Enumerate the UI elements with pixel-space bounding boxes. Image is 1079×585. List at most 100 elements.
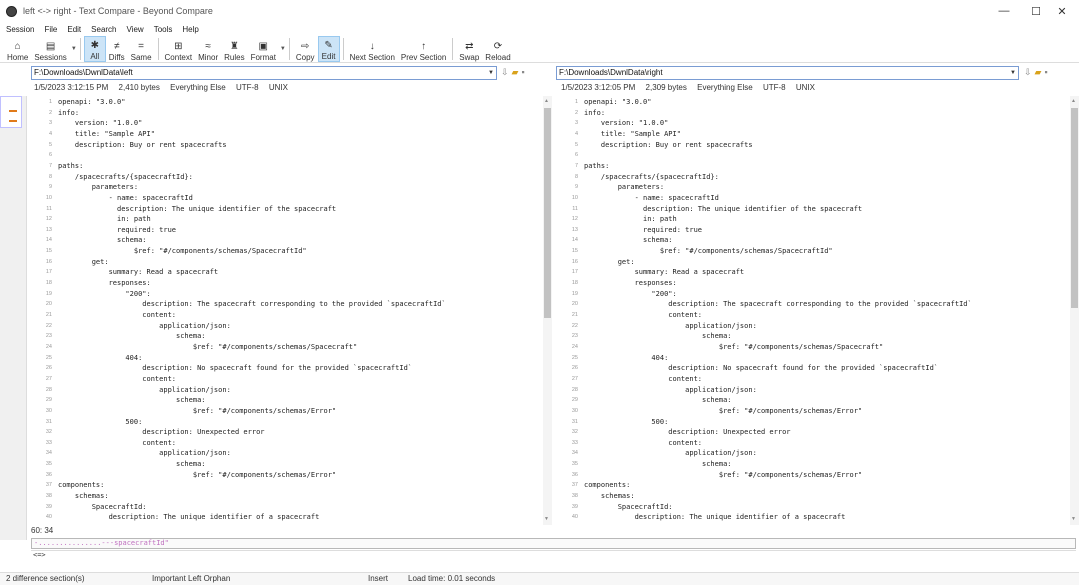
right-save-icon[interactable]: ▪ [1044, 67, 1047, 78]
text-line[interactable]: 14 schema: [554, 235, 1069, 246]
text-line[interactable]: 15 $ref: "#/components/schemas/Spacecraf… [554, 246, 1069, 257]
text-line[interactable]: 16 get: [554, 257, 1069, 268]
right-path-field[interactable]: F:\Downloads\DwnlData\right ▼ [556, 66, 1019, 80]
text-line[interactable]: 32 description: Unexpected error [28, 427, 542, 438]
left-lineend[interactable]: UNIX [269, 83, 288, 92]
scroll-up-icon[interactable]: ▲ [1071, 98, 1076, 104]
text-line[interactable]: 12 in: path [28, 214, 542, 225]
text-line[interactable]: 30 $ref: "#/components/schemas/Error" [554, 406, 1069, 417]
prev-section-button[interactable]: ↑ Prev Section [398, 36, 449, 62]
left-save-icon[interactable]: ▪ [521, 67, 524, 78]
text-line[interactable]: 14 schema: [28, 235, 542, 246]
thumbnail-viewport[interactable] [0, 96, 22, 128]
text-line[interactable]: 37 components: [28, 480, 542, 491]
right-encoding[interactable]: UTF-8 [763, 83, 786, 92]
copy-button[interactable]: ⇨ Copy [293, 36, 318, 62]
text-line[interactable]: 39 SpacecraftId: [28, 502, 542, 513]
left-encoding[interactable]: UTF-8 [236, 83, 259, 92]
text-line[interactable]: 32 description: Unexpected error [554, 427, 1069, 438]
text-line[interactable]: 26 description: No spacecraft found for … [28, 363, 542, 374]
menu-edit[interactable]: Edit [67, 25, 81, 34]
text-line[interactable]: 22 application/json: [28, 321, 542, 332]
rules-button[interactable]: ♜ Rules [221, 36, 247, 62]
text-line[interactable]: 15 $ref: "#/components/schemas/Spacecraf… [28, 246, 542, 257]
text-line[interactable]: 34 application/json: [554, 448, 1069, 459]
text-line[interactable]: 9 parameters: [554, 182, 1069, 193]
text-line[interactable]: 2 info: [28, 108, 542, 119]
menu-tools[interactable]: Tools [154, 25, 173, 34]
menu-session[interactable]: Session [6, 25, 34, 34]
right-text-pane[interactable]: 1 openapi: "3.0.0" 2 info: 3 version: "1.0.0… [554, 96, 1069, 525]
text-line[interactable]: 8 /spacecrafts/{spacecraftId}: [28, 172, 542, 183]
home-button[interactable]: ⌂ Home [4, 36, 31, 62]
right-format[interactable]: Everything Else [697, 83, 753, 92]
left-open-folder-icon[interactable]: ▰ [512, 67, 519, 78]
text-line[interactable]: 1 openapi: "3.0.0" [28, 97, 542, 108]
text-line[interactable]: 36 $ref: "#/components/schemas/Error" [554, 470, 1069, 481]
text-line[interactable]: 33 content: [554, 438, 1069, 449]
text-line[interactable]: 27 content: [28, 374, 542, 385]
text-line[interactable]: 28 application/json: [554, 385, 1069, 396]
scroll-up-icon[interactable]: ▲ [544, 98, 549, 104]
text-line[interactable]: 4 title: "Sample API" [28, 129, 542, 140]
right-nav-icon[interactable]: ⇩ [1024, 67, 1032, 78]
right-lineend[interactable]: UNIX [796, 83, 815, 92]
scroll-down-icon[interactable]: ▼ [1071, 516, 1076, 522]
text-line[interactable]: 6 [554, 150, 1069, 161]
right-scroll-thumb[interactable] [1071, 108, 1078, 308]
text-line[interactable]: 31 500: [28, 417, 542, 428]
text-line[interactable]: 1 openapi: "3.0.0" [554, 97, 1069, 108]
left-format[interactable]: Everything Else [170, 83, 226, 92]
text-line[interactable]: 13 required: true [28, 225, 542, 236]
menu-search[interactable]: Search [91, 25, 116, 34]
text-line[interactable]: 10 - name: spacecraftId [554, 193, 1069, 204]
text-line[interactable]: 9 parameters: [28, 182, 542, 193]
same-button[interactable]: = Same [128, 36, 155, 62]
text-line[interactable]: 26 description: No spacecraft found for … [554, 363, 1069, 374]
scroll-down-icon[interactable]: ▼ [544, 516, 549, 522]
chevron-down-icon[interactable]: ▼ [71, 46, 77, 52]
left-path-field[interactable]: F:\Downloads\DwnlData\left ▼ [31, 66, 497, 80]
menu-file[interactable]: File [44, 25, 57, 34]
text-line[interactable]: 29 schema: [28, 395, 542, 406]
text-line[interactable]: 16 get: [28, 257, 542, 268]
menu-help[interactable]: Help [182, 25, 198, 34]
menu-view[interactable]: View [127, 25, 144, 34]
text-line[interactable]: 35 schema: [28, 459, 542, 470]
format-button[interactable]: ▣ Format [248, 36, 279, 62]
text-line[interactable]: 2 info: [554, 108, 1069, 119]
text-line[interactable]: 8 /spacecrafts/{spacecraftId}: [554, 172, 1069, 183]
text-line[interactable]: 25 404: [28, 353, 542, 364]
text-line[interactable]: 4 title: "Sample API" [554, 129, 1069, 140]
sessions-button[interactable]: ▤ Sessions [31, 36, 69, 62]
text-line[interactable]: 33 content: [28, 438, 542, 449]
edit-button[interactable]: ✎ Edit [317, 36, 340, 62]
text-line[interactable]: 21 content: [28, 310, 542, 321]
text-line[interactable]: 23 schema: [28, 331, 542, 342]
text-line[interactable]: 34 application/json: [28, 448, 542, 459]
text-line[interactable]: 21 content: [554, 310, 1069, 321]
next-section-button[interactable]: ↓ Next Section [347, 36, 398, 62]
text-line[interactable]: 29 schema: [554, 395, 1069, 406]
chevron-down-icon[interactable]: ▼ [280, 46, 286, 52]
text-line[interactable]: 31 500: [554, 417, 1069, 428]
text-line[interactable]: 23 schema: [554, 331, 1069, 342]
text-line[interactable]: 35 schema: [554, 459, 1069, 470]
text-line[interactable]: 17 summary: Read a spacecraft [28, 267, 542, 278]
text-line[interactable]: 7 paths: [554, 161, 1069, 172]
left-nav-icon[interactable]: ⇩ [501, 67, 509, 78]
text-line[interactable]: 19 "200": [28, 289, 542, 300]
text-line[interactable]: 25 404: [554, 353, 1069, 364]
text-line[interactable]: 24 $ref: "#/components/schemas/Spacecraf… [28, 342, 542, 353]
text-line[interactable]: 39 SpacecraftId: [554, 502, 1069, 513]
all-button[interactable]: ✱ All [83, 36, 106, 62]
text-line[interactable]: 20 description: The spacecraft correspon… [28, 299, 542, 310]
text-line[interactable]: 13 required: true [554, 225, 1069, 236]
left-vertical-scrollbar[interactable]: ▲ ▼ [543, 96, 552, 525]
close-button[interactable]: ✕ [1045, 0, 1079, 22]
minimize-button[interactable]: — [987, 0, 1021, 22]
diffs-button[interactable]: ≠ Diffs [106, 36, 128, 62]
text-line[interactable]: 11 description: The unique identifier of… [554, 204, 1069, 215]
right-open-folder-icon[interactable]: ▰ [1035, 67, 1042, 78]
text-line[interactable]: 37 components: [554, 480, 1069, 491]
